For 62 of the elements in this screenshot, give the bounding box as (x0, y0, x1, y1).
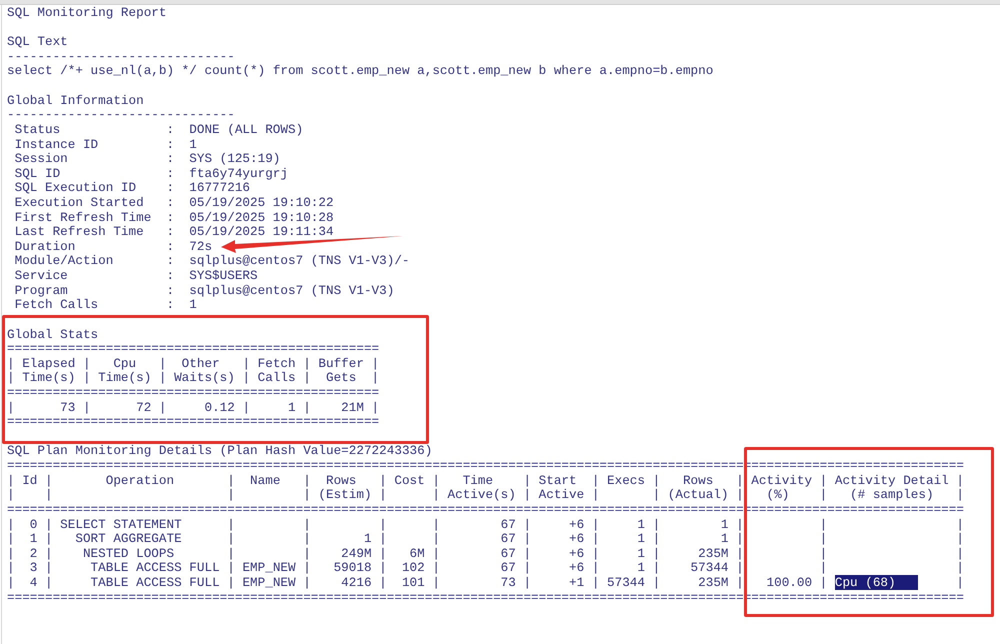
activity-detail-bar: Cpu (68) (834, 575, 918, 590)
info-value: 72s (189, 240, 212, 254)
section-heading: SQL Plan Monitoring Details (Plan Hash Value=2272243336) (7, 444, 432, 460)
report-title: SQL Monitoring Report (7, 6, 166, 21)
colon-separator: : (166, 138, 176, 152)
info-label: SQL Execution ID (14, 181, 138, 196)
rule-line: ------------------------------ (7, 108, 235, 123)
info-value: 05/19/2025 19:10:28 (189, 210, 334, 226)
rule-line: ------------------------------ (7, 50, 235, 64)
table-line: ================================================= (7, 342, 380, 357)
table-row: | 0 | SELECT STATEMENT | | | | 67 | +6 | 1 | 1 | | | (7, 518, 964, 532)
sql-statement: select /*+ use_nl(a,b) */ count(*) from scott.emp_new a,scott.emp_new b where a.empno=b.empno (7, 64, 714, 80)
info-value: DONE (ALL ROWS) (189, 122, 304, 138)
section-heading: Global Information (7, 94, 144, 108)
info-value: 1 (189, 298, 197, 313)
table-line: | | | | (Estim) | | Active(s) | Active | | (Actual) | (%) | (# samples) | (7, 488, 964, 503)
colon-separator: : (166, 196, 176, 211)
info-value: 16777216 (189, 181, 250, 196)
info-label: Service (14, 269, 69, 284)
info-label: Session (14, 152, 69, 167)
section-heading: Global Stats (7, 328, 98, 342)
info-value: sqlplus@centos7 (TNS V1-V3) (189, 284, 394, 298)
colon-separator: : (166, 152, 176, 167)
info-value: SYS$USERS (189, 269, 258, 284)
table-row: | 2 | NESTED LOOPS | | 249M | 6M | 67 | +6 | 1 | 235M | | | (7, 546, 964, 562)
table-border: | (955, 575, 964, 590)
table-row: | 1 | SORT AGGREGATE | | 1 | | 67 | +6 | 1 | 1 | | | (7, 532, 964, 547)
info-value: fta6y74yurgrj (189, 166, 288, 182)
info-label: Last Refresh Time (14, 225, 145, 240)
colon-separator: : (166, 225, 176, 240)
info-label: First Refresh Time (14, 210, 152, 226)
table-line: | Time(s) | Time(s) | Waits(s) | Calls | Gets | (7, 371, 380, 386)
info-value: sqlplus@centos7 (TNS V1-V3)/- (189, 254, 410, 270)
colon-separator: : (166, 210, 176, 226)
info-value: 1 (189, 138, 197, 152)
table-line: ================================================= (7, 386, 380, 401)
colon-separator: : (166, 269, 176, 284)
section-heading: SQL Text (7, 35, 68, 50)
colon-separator: : (166, 166, 176, 182)
table-line: ================================================= (7, 415, 380, 430)
info-label: Duration (14, 240, 76, 254)
colon-separator: : (166, 254, 176, 270)
colon-separator: : (166, 181, 176, 196)
table-row-text: | 4 | TABLE ACCESS FULL | EMP_NEW | 4216 | 101 | 73 | +1 | 57344 | 235M | 100.00 | (7, 575, 828, 590)
table-line: | Elapsed | Cpu | Other | Fetch | Buffer | (7, 356, 380, 372)
info-label: Module/Action (14, 254, 114, 270)
info-label: Status (14, 122, 62, 138)
info-value: SYS (125:19) (189, 152, 280, 167)
info-label: Instance ID (14, 138, 100, 152)
info-label: Program (14, 284, 69, 298)
table-line: | 73 | 72 | 0.12 | 1 | 21M | (7, 400, 380, 416)
info-value: 05/19/2025 19:11:34 (189, 225, 334, 240)
table-line: | Id | Operation | Name | Rows | Cost | Time | Start | Execs | Rows | Activity | Activity Detail | (7, 474, 964, 488)
colon-separator: : (166, 122, 176, 138)
info-label: SQL ID (14, 166, 62, 182)
table-row: | 3 | TABLE ACCESS FULL | EMP_NEW | 59018 | 102 | 67 | +6 | 1 | 57344 | | | (7, 561, 964, 576)
colon-separator: : (166, 298, 176, 313)
info-label: Fetch Calls (14, 298, 100, 313)
colon-separator: : (166, 284, 176, 298)
colon-separator: : (166, 240, 176, 254)
info-label: Execution Started (14, 196, 145, 211)
info-value: 05/19/2025 19:10:22 (189, 196, 334, 211)
